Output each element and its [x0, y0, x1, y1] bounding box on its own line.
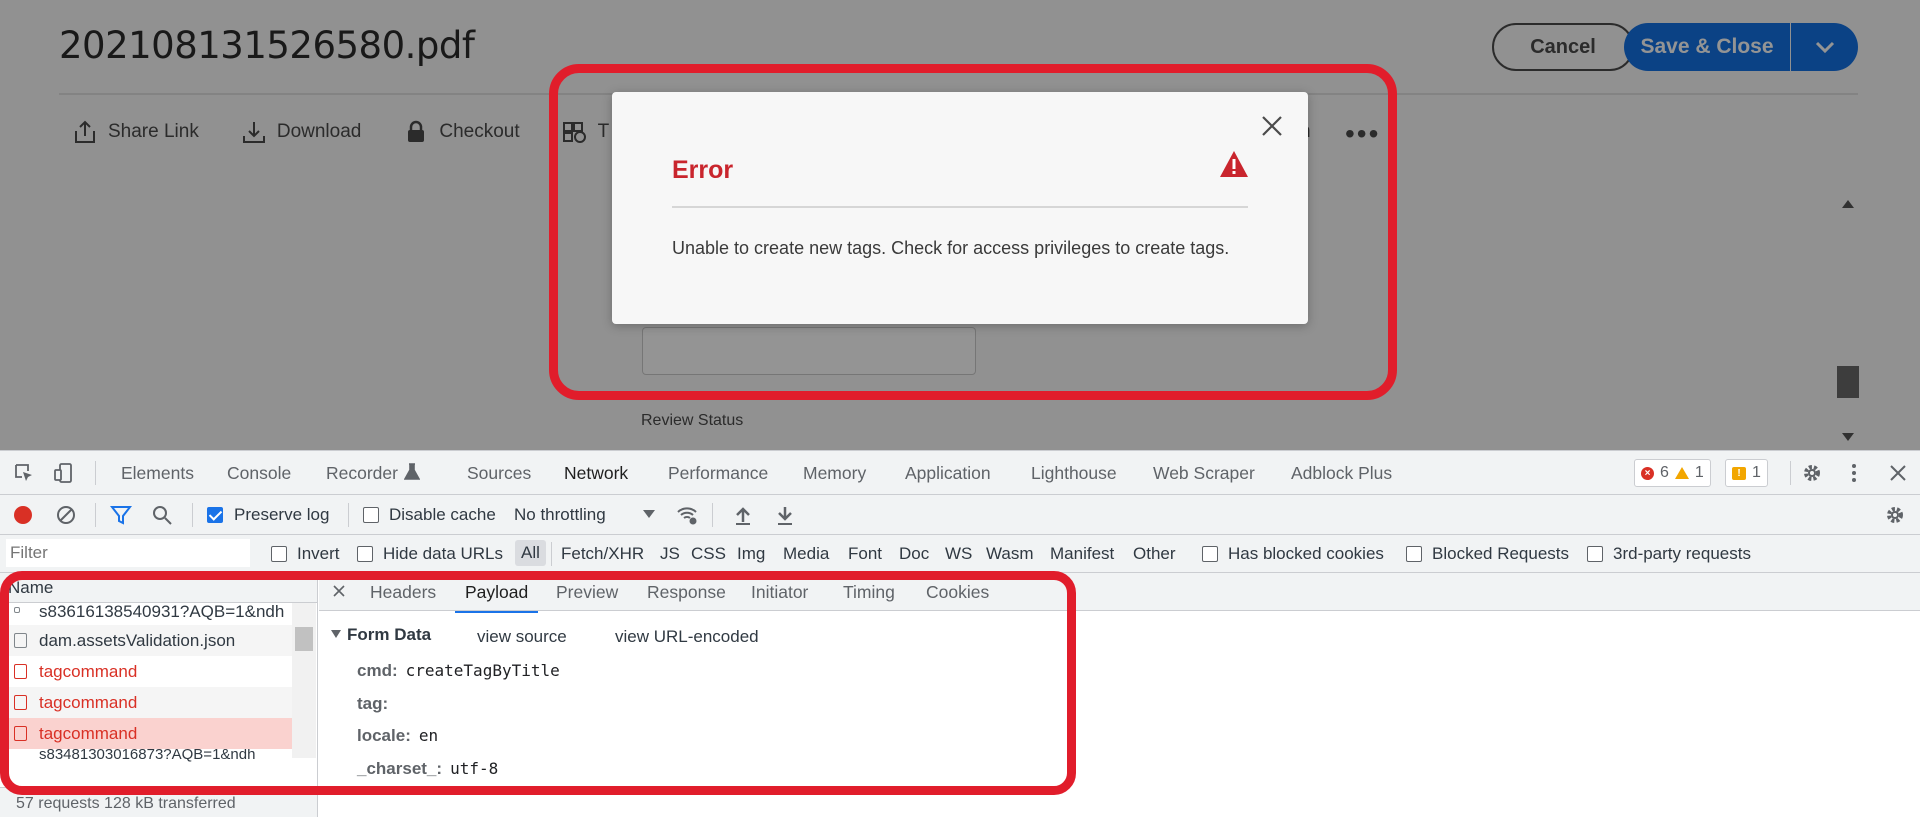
filter-separator — [551, 542, 552, 566]
close-devtools-icon[interactable] — [1887, 462, 1909, 484]
toolbar-separator — [192, 503, 193, 527]
throttling-select[interactable]: No throttling — [514, 505, 606, 525]
issues-icon: ! — [1732, 466, 1746, 480]
has-blocked-cookies-label: Has blocked cookies — [1228, 544, 1384, 563]
search-icon[interactable] — [151, 504, 173, 526]
filter-type-fetch-xhr[interactable]: Fetch/XHR — [561, 544, 644, 564]
kebab-menu-icon[interactable] — [1843, 462, 1865, 484]
blocked-requests-label: Blocked Requests — [1432, 544, 1570, 563]
filter-type-img[interactable]: Img — [737, 544, 765, 564]
filter-type-other[interactable]: Other — [1133, 544, 1176, 564]
settings-gear-icon[interactable] — [1801, 462, 1823, 484]
third-party-checkbox[interactable] — [1587, 546, 1603, 562]
error-icon: × — [1641, 466, 1654, 480]
network-conditions-icon[interactable] — [676, 504, 698, 526]
filter-type-css[interactable]: CSS — [691, 544, 726, 564]
toolbar-separator — [95, 503, 96, 527]
flask-icon — [404, 463, 420, 480]
filter-bar: Invert Hide data URLs All Fetch/XHR JS C… — [0, 535, 1920, 573]
record-icon[interactable] — [12, 504, 34, 526]
warning-icon — [1674, 467, 1689, 479]
preserve-log-checkbox[interactable] — [207, 507, 223, 523]
console-counts-badge[interactable]: × 6 1 — [1634, 459, 1711, 487]
tab-separator — [95, 461, 96, 485]
tab-web-scraper[interactable]: Web Scraper — [1153, 463, 1255, 484]
tab-separator — [1790, 461, 1791, 485]
third-party-label: 3rd-party requests — [1613, 544, 1751, 563]
network-toolbar: Preserve log Disable cache No throttling — [0, 495, 1920, 535]
highlight-outline-dialog — [549, 64, 1397, 400]
warning-count: 1 — [1694, 464, 1704, 481]
filter-icon[interactable] — [110, 504, 132, 526]
network-settings-gear-icon[interactable] — [1884, 504, 1906, 526]
tab-sources[interactable]: Sources — [467, 463, 531, 484]
tab-performance[interactable]: Performance — [668, 463, 768, 484]
hide-data-urls-label: Hide data URLs — [383, 544, 504, 563]
tab-memory[interactable]: Memory — [803, 463, 866, 484]
issues-badge[interactable]: ! 1 — [1725, 459, 1768, 487]
dropdown-arrow-icon[interactable] — [643, 510, 655, 520]
error-count: 6 — [1660, 464, 1669, 481]
toolbar-separator — [712, 503, 713, 527]
tab-lighthouse[interactable]: Lighthouse — [1031, 463, 1117, 484]
devtools-tabbar: Elements Console Recorder Sources Networ… — [0, 451, 1920, 497]
invert-checkbox[interactable] — [271, 546, 287, 562]
filter-type-all[interactable]: All — [515, 540, 546, 566]
tab-application[interactable]: Application — [905, 463, 991, 484]
highlight-outline-payload — [0, 571, 1076, 795]
import-har-icon[interactable] — [732, 504, 754, 526]
tab-recorder[interactable]: Recorder — [326, 463, 398, 484]
filter-type-font[interactable]: Font — [848, 544, 882, 564]
blocked-requests-checkbox[interactable] — [1406, 546, 1422, 562]
preserve-log-label: Preserve log — [234, 505, 330, 524]
has-blocked-cookies-checkbox[interactable] — [1202, 546, 1218, 562]
toolbar-separator — [348, 503, 349, 527]
clear-icon[interactable] — [55, 504, 77, 526]
filter-type-wasm[interactable]: Wasm — [986, 544, 1034, 564]
export-har-icon[interactable] — [774, 504, 796, 526]
disable-cache-label: Disable cache — [389, 505, 496, 524]
tab-console[interactable]: Console — [227, 463, 291, 484]
tab-adblock-plus[interactable]: Adblock Plus — [1291, 463, 1392, 484]
tab-elements[interactable]: Elements — [121, 463, 194, 484]
filter-type-js[interactable]: JS — [660, 544, 680, 564]
invert-label: Invert — [297, 544, 340, 563]
issues-count: 1 — [1752, 464, 1761, 481]
filter-type-manifest[interactable]: Manifest — [1050, 544, 1114, 564]
filter-input[interactable] — [6, 539, 250, 567]
inspect-element-icon[interactable] — [13, 462, 35, 484]
tab-network[interactable]: Network — [555, 463, 637, 497]
filter-type-media[interactable]: Media — [783, 544, 829, 564]
disable-cache-checkbox[interactable] — [363, 507, 379, 523]
filter-type-ws[interactable]: WS — [945, 544, 972, 564]
filter-type-doc[interactable]: Doc — [899, 544, 929, 564]
device-toolbar-icon[interactable] — [53, 462, 75, 484]
hide-data-urls-checkbox[interactable] — [357, 546, 373, 562]
